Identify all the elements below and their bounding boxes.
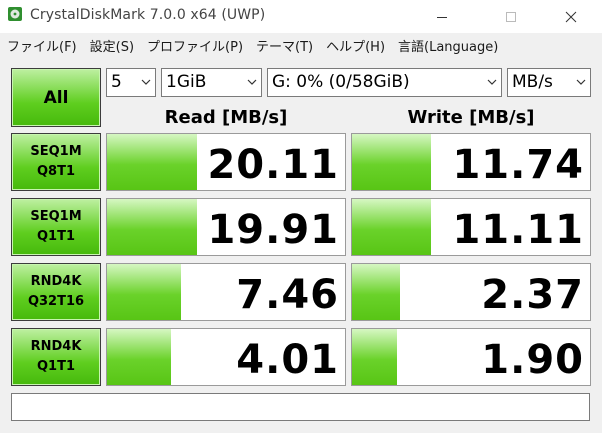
- disk-icon: [8, 7, 22, 21]
- test-button-line1: SEQ1M: [30, 144, 82, 159]
- read-result-value: 4.01: [236, 337, 339, 383]
- read-result-bar: [107, 329, 172, 385]
- write-result-bar: [352, 329, 398, 385]
- close-icon: [565, 11, 577, 22]
- menu-theme[interactable]: テーマ(T): [249, 33, 319, 55]
- maximize-icon: [506, 11, 516, 22]
- test-button-line2: Q8T1: [36, 164, 75, 179]
- read-result-cell: 20.11: [106, 133, 346, 191]
- menu-profile[interactable]: プロファイル(P): [140, 33, 249, 55]
- test-button-seq1m-q1t1[interactable]: SEQ1M Q1T1: [11, 198, 101, 256]
- test-button-line2: Q1T1: [36, 229, 75, 244]
- test-button-rnd4k-q1t1[interactable]: RND4K Q1T1: [11, 328, 101, 386]
- chevron-down-icon: [576, 79, 586, 85]
- window-title: CrystalDiskMark 7.0.0 x64 (UWP): [30, 7, 266, 23]
- write-result-cell: 2.37: [351, 263, 591, 321]
- close-button[interactable]: [548, 0, 594, 33]
- write-header: Write [MB/s]: [407, 107, 535, 128]
- read-result-bar: [107, 134, 198, 190]
- all-button-label: All: [43, 87, 69, 108]
- all-button[interactable]: All: [11, 68, 101, 127]
- comment-field[interactable]: [11, 393, 590, 421]
- title-bar: CrystalDiskMark 7.0.0 x64 (UWP): [0, 0, 602, 33]
- read-result-value: 7.46: [236, 272, 339, 318]
- test-button-seq1m-q8t1[interactable]: SEQ1M Q8T1: [11, 133, 101, 191]
- write-result-bar: [352, 264, 400, 320]
- test-button-line1: RND4K: [30, 274, 82, 289]
- write-result-cell: 1.90: [351, 328, 591, 386]
- test-button-rnd4k-q32t16[interactable]: RND4K Q32T16: [11, 263, 101, 321]
- read-result-cell: 19.91: [106, 198, 346, 256]
- menu-help[interactable]: ヘルプ(H): [319, 33, 391, 55]
- menu-language[interactable]: 言語(Language): [391, 33, 504, 55]
- test-count-select[interactable]: 5: [106, 68, 156, 97]
- read-result-cell: 4.01: [106, 328, 346, 386]
- write-result-value: 11.11: [452, 207, 584, 253]
- maximize-button[interactable]: [488, 0, 534, 33]
- read-result-cell: 7.46: [106, 263, 346, 321]
- write-result-bar: [352, 199, 431, 255]
- test-count-value: 5: [111, 72, 122, 92]
- read-header: Read [MB/s]: [164, 107, 288, 128]
- write-result-cell: 11.11: [351, 198, 591, 256]
- read-result-bar: [107, 264, 181, 320]
- write-result-bar: [352, 134, 431, 190]
- test-button-line1: RND4K: [30, 339, 82, 354]
- read-result-value: 20.11: [207, 142, 339, 188]
- menu-settings[interactable]: 設定(S): [83, 33, 140, 55]
- test-button-line2: Q1T1: [36, 359, 75, 374]
- drive-value: G: 0% (0/58GiB): [272, 72, 410, 92]
- test-button-line1: SEQ1M: [30, 209, 82, 224]
- unit-value: MB/s: [512, 72, 553, 92]
- menu-bar: ファイル(F) 設定(S) プロファイル(P) テーマ(T) ヘルプ(H) 言語…: [0, 33, 602, 55]
- chevron-down-icon: [487, 79, 497, 85]
- unit-select[interactable]: MB/s: [507, 68, 591, 97]
- write-result-value: 1.90: [481, 337, 584, 383]
- write-result-value: 2.37: [481, 272, 584, 318]
- minimize-button[interactable]: [419, 0, 465, 33]
- write-result-value: 11.74: [452, 142, 584, 188]
- test-size-select[interactable]: 1GiB: [161, 68, 262, 97]
- chevron-down-icon: [247, 79, 257, 85]
- test-size-value: 1GiB: [166, 72, 207, 92]
- app-window: CrystalDiskMark 7.0.0 x64 (UWP) ファイル(F) …: [0, 0, 602, 433]
- menu-file[interactable]: ファイル(F): [0, 33, 83, 55]
- read-result-bar: [107, 199, 198, 255]
- chevron-down-icon: [141, 79, 151, 85]
- drive-select[interactable]: G: 0% (0/58GiB): [267, 68, 502, 97]
- read-result-value: 19.91: [207, 207, 339, 253]
- test-button-line2: Q32T16: [27, 294, 85, 309]
- write-result-cell: 11.74: [351, 133, 591, 191]
- minimize-icon: [437, 16, 447, 18]
